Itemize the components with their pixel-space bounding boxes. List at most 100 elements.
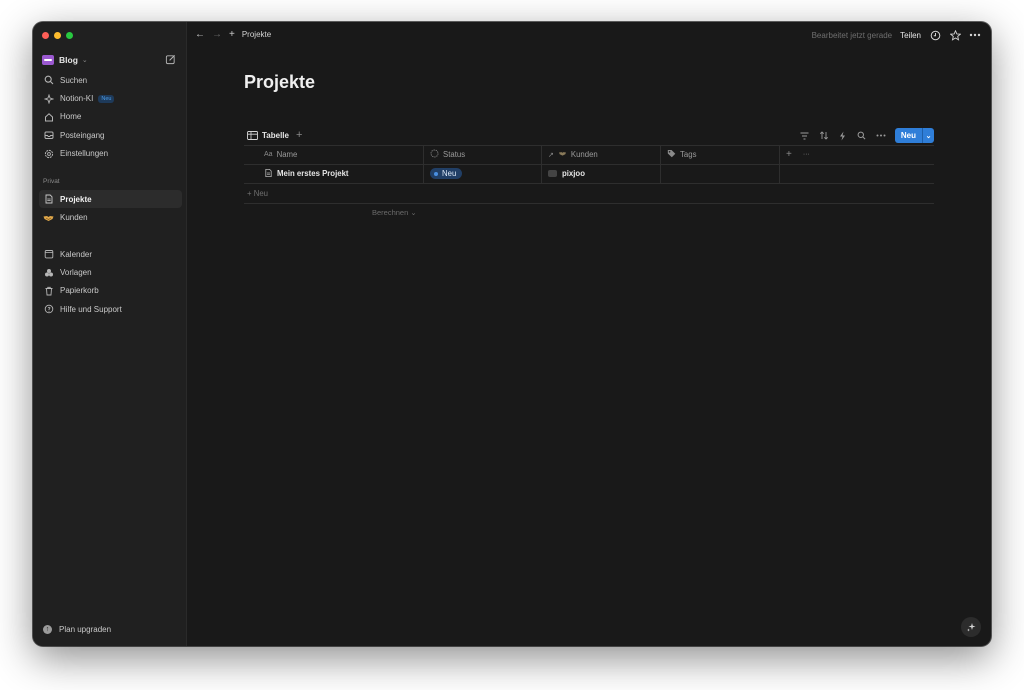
table-header-row: Aa Name Status ↗ Kunden Tags + ··· [244, 145, 934, 165]
sidebar-item-label: Home [60, 112, 82, 122]
sidebar-item-label: Projekte [60, 194, 92, 204]
database-toolbar: Neu ⌄ [800, 128, 934, 143]
sidebar-item-notion-ai[interactable]: Notion-KI Neu [39, 89, 182, 107]
tag-icon [667, 149, 676, 160]
filter-icon[interactable] [800, 131, 810, 141]
help-icon [43, 304, 54, 315]
sidebar-pages: Projekte Kunden [39, 190, 182, 227]
upgrade-icon: ↑ [43, 625, 52, 634]
tab-tabelle[interactable]: Tabelle [262, 131, 289, 140]
gear-icon [43, 148, 54, 159]
plus-icon[interactable]: + [229, 29, 235, 40]
sidebar: Blog ⌄ Suchen Notion-KI Neu Home Postein… [33, 22, 187, 646]
app-window: Blog ⌄ Suchen Notion-KI Neu Home Postein… [33, 22, 991, 646]
search-icon[interactable] [857, 131, 867, 141]
new-entry-button[interactable]: Neu ⌄ [894, 128, 934, 143]
automation-icon[interactable] [838, 131, 848, 141]
sidebar-item-inbox[interactable]: Posteingang [39, 126, 182, 144]
last-edited-text: Bearbeitet jetzt gerade [811, 30, 893, 40]
sidebar-item-label: Papierkorb [60, 286, 99, 296]
sidebar-item-label: Einstellungen [60, 149, 109, 159]
sort-icon[interactable] [819, 131, 829, 141]
column-header-kunden[interactable]: ↗ Kunden [542, 146, 661, 164]
chevron-down-icon[interactable]: ⌄ [922, 128, 934, 143]
page-title[interactable]: Projekte [244, 72, 315, 93]
star-icon[interactable] [949, 29, 961, 41]
column-header-actions: + ··· [780, 146, 934, 164]
sidebar-item-templates[interactable]: Vorlagen [39, 263, 182, 281]
upgrade-plan-button[interactable]: ↑ Plan upgraden [43, 625, 111, 634]
topbar: ← → + Projekte Bearbeitet jetzt gerade T… [187, 22, 991, 48]
column-header-name[interactable]: Aa Name [244, 146, 424, 164]
cell-tags[interactable] [661, 164, 780, 183]
new-badge: Neu [98, 94, 115, 103]
more-options-icon[interactable]: ··· [803, 151, 810, 158]
column-header-label: Kunden [570, 150, 598, 160]
new-row-label[interactable]: + Neu [244, 184, 268, 203]
sparkle-icon [43, 93, 54, 104]
sidebar-item-label: Kunden [60, 213, 88, 223]
sidebar-item-trash[interactable]: Papierkorb [39, 282, 182, 300]
cell-empty [780, 165, 934, 184]
sidebar-item-help[interactable]: Hilfe und Support [39, 300, 182, 318]
upgrade-label: Plan upgraden [59, 625, 112, 634]
workspace-name: Blog [59, 55, 78, 65]
new-page-icon[interactable] [165, 54, 176, 65]
add-property-button[interactable]: + [786, 149, 792, 160]
back-arrow-icon[interactable]: ← [195, 29, 205, 40]
templates-icon [43, 267, 54, 278]
sidebar-item-label: Posteingang [60, 130, 105, 140]
inbox-icon [43, 130, 54, 141]
relation-page-icon [548, 170, 557, 178]
main-content: Projekte Tabelle + Neu ⌄ Aa Name Status … [187, 48, 991, 646]
share-button[interactable]: Teilen [900, 31, 921, 40]
status-badge-label: Neu [442, 169, 457, 179]
sidebar-item-kunden[interactable]: Kunden [39, 208, 182, 226]
chevron-down-icon: ⌄ [81, 57, 88, 64]
new-entry-label[interactable]: Neu [895, 128, 922, 143]
column-header-status[interactable]: Status [424, 146, 542, 164]
column-header-tags[interactable]: Tags [661, 146, 780, 164]
sidebar-item-label: Suchen [60, 75, 88, 85]
text-property-icon: Aa [264, 151, 273, 159]
cell-kunden[interactable]: pixjoo [542, 164, 661, 183]
more-options-icon[interactable] [876, 131, 886, 141]
cell-status[interactable]: Neu [424, 164, 542, 183]
add-view-button[interactable]: + [296, 129, 302, 141]
workspace-switcher[interactable]: Blog ⌄ [42, 52, 182, 68]
sidebar-item-search[interactable]: Suchen [39, 71, 182, 89]
sidebar-item-label: Kalender [60, 249, 93, 259]
sidebar-item-label: Notion-KI [60, 94, 94, 104]
table-row[interactable]: Mein erstes Projekt Neu pixjoo [244, 164, 934, 184]
sidebar-item-home[interactable]: Home [39, 108, 182, 126]
breadcrumb-current-page[interactable]: Projekte [242, 30, 271, 39]
clock-icon[interactable] [929, 29, 941, 41]
sidebar-item-settings[interactable]: Einstellungen [39, 145, 182, 163]
forward-arrow-icon[interactable]: → [212, 29, 222, 40]
more-options-icon[interactable] [969, 29, 981, 41]
search-icon [43, 75, 54, 86]
sidebar-main-nav: Suchen Notion-KI Neu Home Posteingang Ei… [39, 71, 182, 163]
calculate-button[interactable]: Berechnen ⌄ [372, 208, 417, 217]
ai-sparkle-button[interactable] [961, 617, 981, 637]
sidebar-tools: Kalender Vorlagen Papierkorb Hilfe und S… [39, 245, 182, 319]
column-header-label: Status [443, 150, 466, 160]
column-header-label: Tags [680, 150, 697, 160]
new-row-button[interactable]: + Neu [244, 184, 934, 204]
status-property-icon [430, 149, 439, 160]
status-badge: Neu [430, 168, 463, 180]
database-table: Aa Name Status ↗ Kunden Tags + ··· Mein … [244, 145, 934, 204]
sidebar-item-calendar[interactable]: Kalender [39, 245, 182, 263]
sidebar-item-projekte[interactable]: Projekte [39, 190, 182, 209]
sidebar-item-label: Hilfe und Support [60, 304, 122, 314]
view-tabs: Tabelle + [247, 129, 302, 141]
cell-name[interactable]: Mein erstes Projekt [244, 164, 424, 183]
close-window-button[interactable] [42, 32, 49, 39]
handshake-icon [558, 150, 567, 159]
sidebar-section-label: Privat [43, 178, 60, 185]
relation-link[interactable]: pixjoo [548, 169, 585, 178]
zoom-window-button[interactable] [66, 32, 73, 39]
sidebar-item-label: Vorlagen [60, 268, 92, 278]
relation-arrow-icon: ↗ [548, 151, 554, 159]
minimize-window-button[interactable] [54, 32, 61, 39]
